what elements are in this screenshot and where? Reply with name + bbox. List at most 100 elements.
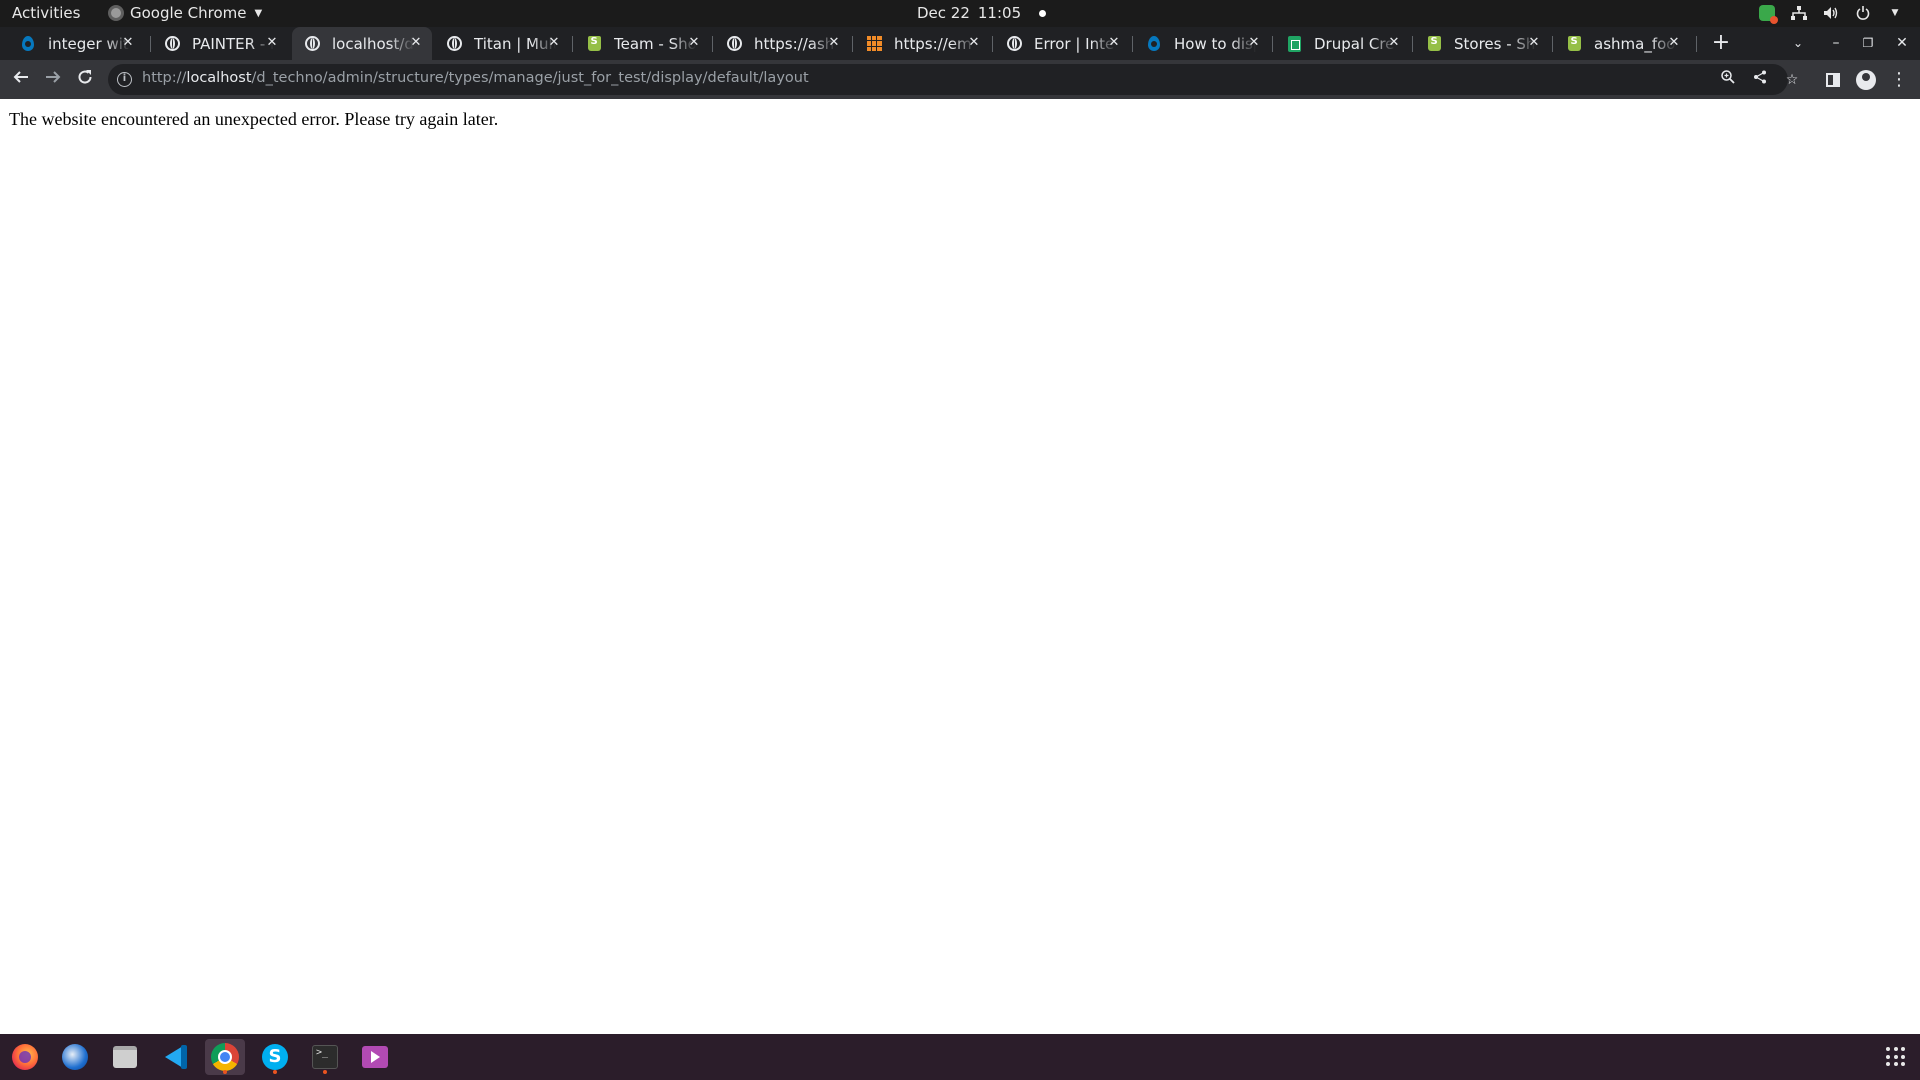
arrow-left-icon <box>13 71 28 83</box>
tab-7[interactable]: https://em ✕ <box>854 27 990 60</box>
tab-title: https://em <box>894 34 972 53</box>
video-launcher[interactable] <box>355 1039 395 1075</box>
close-icon[interactable]: ✕ <box>1386 35 1402 51</box>
chrome-app-icon <box>108 5 124 21</box>
restore-icon[interactable]: ❐ <box>1858 33 1878 53</box>
power-icon[interactable] <box>1854 4 1872 22</box>
files-launcher[interactable] <box>105 1039 145 1075</box>
close-icon[interactable]: ✕ <box>686 35 702 51</box>
url-host: localhost <box>186 70 252 86</box>
url-scheme: http:// <box>142 70 187 86</box>
tab-title: integer with <box>48 34 130 53</box>
close-icon[interactable]: ✕ <box>120 35 136 51</box>
tab-8[interactable]: Error | Inter ✕ <box>994 27 1130 60</box>
tab-separator <box>852 36 853 52</box>
tab-title: Error | Inter <box>1034 34 1116 53</box>
security-status-icon[interactable] <box>1758 4 1778 24</box>
drupal-icon <box>20 36 36 52</box>
volume-icon[interactable] <box>1822 4 1840 22</box>
skype-icon: S <box>262 1044 288 1070</box>
taskbar-dock: S >_ <box>0 1034 1920 1080</box>
grid-icon <box>866 36 882 52</box>
close-icon[interactable]: ✕ <box>264 35 280 51</box>
chevron-down-icon[interactable]: ▼ <box>1886 4 1904 22</box>
tab-2[interactable]: PAINTER - F ✕ <box>152 27 288 60</box>
close-icon[interactable]: ✕ <box>408 35 424 51</box>
shopify-icon <box>586 36 602 52</box>
share-icon[interactable] <box>1750 70 1770 90</box>
tab-4[interactable]: Titan | Multi ✕ <box>434 27 570 60</box>
show-applications-icon[interactable] <box>1886 1047 1906 1067</box>
thunderbird-launcher[interactable] <box>55 1039 95 1075</box>
minimize-icon[interactable]: – <box>1826 33 1846 53</box>
tab-title: Team - Shop <box>614 34 696 53</box>
close-icon[interactable]: ✕ <box>546 35 562 51</box>
zoom-icon[interactable] <box>1718 70 1738 90</box>
tab-separator <box>1272 36 1273 52</box>
sheets-icon <box>1286 35 1302 52</box>
forward-button[interactable] <box>41 68 65 92</box>
shopify-icon <box>1426 36 1442 52</box>
globe-icon <box>446 36 462 52</box>
reload-icon <box>78 70 92 84</box>
site-info-icon[interactable]: i <box>117 72 132 87</box>
globe-icon <box>1006 36 1022 52</box>
new-tab-button[interactable]: + <box>1709 31 1733 55</box>
clock[interactable]: Dec 22 11:05 <box>917 4 1047 22</box>
arrow-right-icon <box>46 71 61 83</box>
side-panel-icon[interactable] <box>1821 68 1845 92</box>
tab-title: localhost/d <box>332 34 414 53</box>
tab-5[interactable]: Team - Shop ✕ <box>574 27 710 60</box>
files-icon <box>113 1046 137 1068</box>
tab-separator <box>150 36 151 52</box>
firefox-launcher[interactable] <box>5 1039 45 1075</box>
thunderbird-icon <box>62 1044 88 1070</box>
close-icon[interactable]: ✕ <box>966 35 982 51</box>
system-tray[interactable]: ▼ <box>1758 4 1904 24</box>
tab-separator <box>1552 36 1553 52</box>
video-icon <box>362 1046 388 1068</box>
tab-12[interactable]: ashma_foo ✕ <box>1554 27 1690 60</box>
close-window-icon[interactable]: ✕ <box>1892 33 1912 53</box>
close-icon[interactable]: ✕ <box>1246 35 1262 51</box>
tab-separator <box>1696 36 1697 52</box>
kebab-menu-icon[interactable]: ⋮ <box>1887 68 1911 92</box>
tab-1[interactable]: integer with ✕ <box>8 27 144 60</box>
terminal-launcher[interactable]: >_ <box>305 1039 345 1075</box>
tab-separator <box>712 36 713 52</box>
profile-avatar-icon[interactable] <box>1854 68 1878 92</box>
url-text[interactable]: http://localhost/d_techno/admin/structur… <box>142 70 809 86</box>
vscode-launcher[interactable] <box>155 1039 195 1075</box>
close-icon[interactable]: ✕ <box>826 35 842 51</box>
back-button[interactable] <box>9 68 33 92</box>
tab-search-chevron-icon[interactable]: ⌄ <box>1788 33 1808 53</box>
page-content: The website encountered an unexpected er… <box>0 99 1920 1034</box>
skype-launcher[interactable]: S <box>255 1039 295 1075</box>
app-menu[interactable]: Google Chrome ▼ <box>108 4 262 22</box>
chrome-launcher[interactable] <box>205 1039 245 1075</box>
tab-title: Drupal Cre <box>1314 34 1395 53</box>
tab-title: ashma_foo <box>1594 34 1676 53</box>
close-icon[interactable]: ✕ <box>1526 35 1542 51</box>
activities-button[interactable]: Activities <box>12 4 80 22</box>
network-icon[interactable] <box>1790 4 1808 22</box>
tab-10[interactable]: Drupal Cre ✕ <box>1274 27 1410 60</box>
tab-title: Titan | Multi <box>474 34 556 53</box>
tab-separator <box>572 36 573 52</box>
tab-6[interactable]: https://ash ✕ <box>714 27 850 60</box>
running-indicator <box>273 1070 277 1074</box>
tab-11[interactable]: Stores - Sh ✕ <box>1414 27 1550 60</box>
close-icon[interactable]: ✕ <box>1106 35 1122 51</box>
address-bar[interactable]: i http://localhost/d_techno/admin/struct… <box>108 64 1798 95</box>
tab-3-active[interactable]: localhost/d ✕ <box>292 27 432 60</box>
error-message: The website encountered an unexpected er… <box>9 109 499 129</box>
running-indicator <box>323 1070 327 1074</box>
reload-button[interactable] <box>73 68 97 92</box>
clock-time: 11:05 <box>977 4 1022 22</box>
bookmark-star-icon[interactable]: ☆ <box>1782 70 1802 90</box>
globe-icon <box>304 36 320 52</box>
tab-9[interactable]: How to disp ✕ <box>1134 27 1270 60</box>
shopify-icon <box>1566 36 1582 52</box>
close-icon[interactable]: ✕ <box>1666 35 1682 51</box>
chrome-icon <box>211 1043 239 1071</box>
